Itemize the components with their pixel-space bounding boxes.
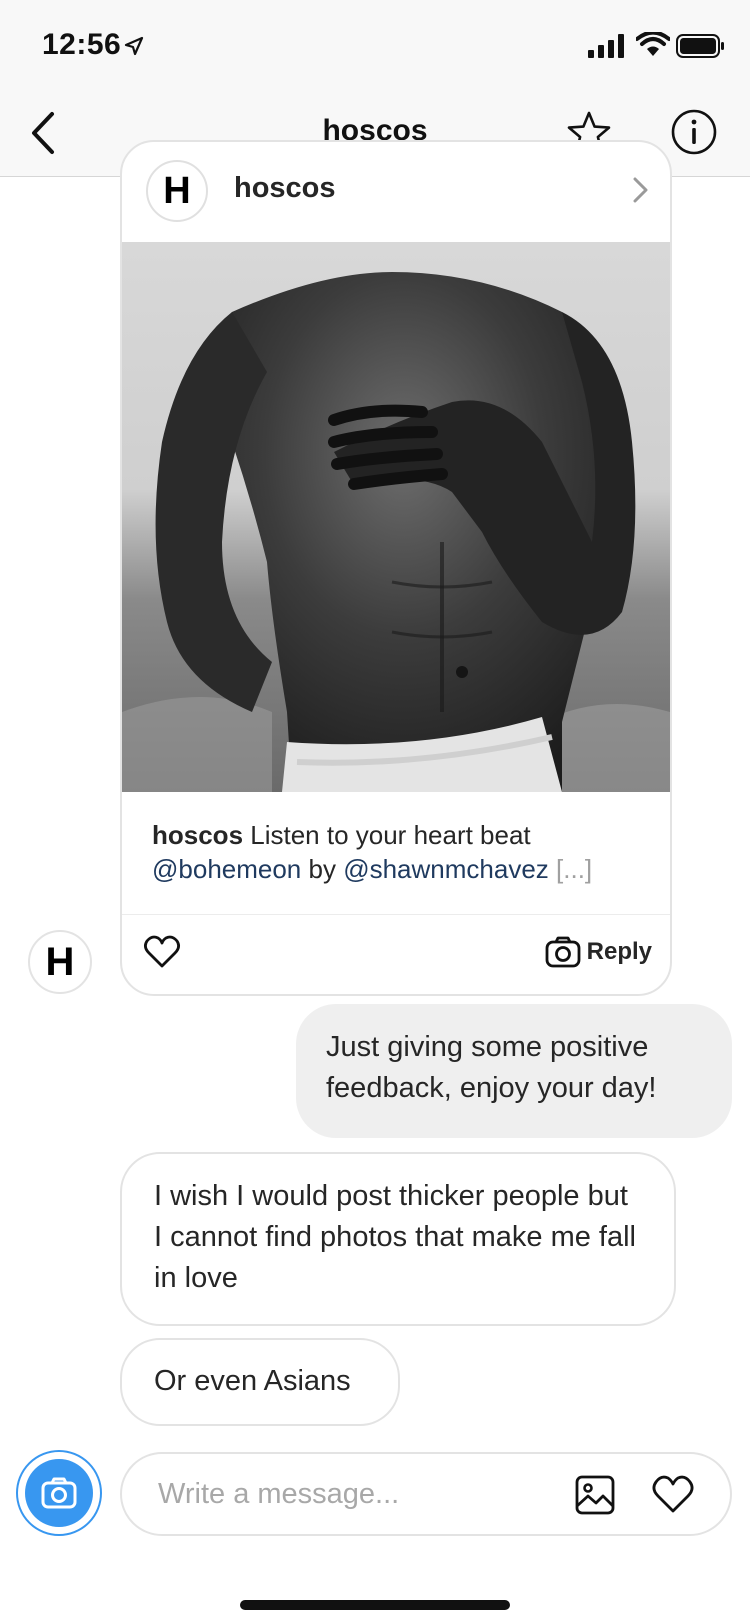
camera-button[interactable]: [16, 1450, 102, 1536]
heart-icon[interactable]: [142, 932, 182, 972]
message-bubble-incoming[interactable]: I wish I would post thicker people but I…: [120, 1152, 676, 1326]
status-bar: 12:56: [0, 0, 750, 90]
message-composer: [120, 1452, 732, 1536]
caption-more[interactable]: [...]: [549, 854, 592, 884]
caption-username[interactable]: hoscos: [152, 820, 243, 850]
camera-icon: [41, 1477, 77, 1509]
message-input[interactable]: [158, 1472, 538, 1516]
shared-post-card[interactable]: H hoscos hoscos Listen to your heart bea…: [120, 140, 672, 996]
cellular-signal-icon: [588, 34, 624, 58]
reply-label: Reply: [586, 938, 652, 965]
status-time: 12:56: [42, 28, 122, 61]
location-arrow-icon: [124, 36, 144, 56]
heart-icon[interactable]: [650, 1472, 696, 1516]
message-bubble-incoming[interactable]: Or even Asians: [120, 1338, 400, 1426]
post-divider: [122, 914, 670, 915]
caption-by: by: [301, 854, 344, 884]
caption-text: Listen to your heart beat: [243, 820, 531, 850]
shared-post-header[interactable]: H hoscos: [122, 142, 670, 242]
camera-button-fill: [25, 1459, 93, 1527]
wifi-icon: [636, 32, 670, 56]
post-author-avatar[interactable]: H: [146, 160, 208, 222]
sender-avatar[interactable]: H: [28, 930, 92, 994]
info-icon[interactable]: [670, 108, 718, 156]
caption-mention-bohemeon[interactable]: @bohemeon: [152, 854, 301, 884]
message-bubble-outgoing[interactable]: Just giving some positive feedback, enjo…: [296, 1004, 732, 1138]
camera-icon: [545, 936, 581, 968]
chevron-right-icon[interactable]: [630, 174, 652, 206]
post-reply-button[interactable]: Reply: [545, 934, 652, 970]
post-author-username[interactable]: hoscos: [234, 172, 336, 205]
gallery-icon[interactable]: [574, 1474, 616, 1516]
post-photo[interactable]: [122, 242, 670, 792]
caption-mention-shawnmchavez[interactable]: @shawnmchavez: [343, 854, 549, 884]
home-indicator[interactable]: [240, 1600, 510, 1610]
battery-icon: [676, 34, 724, 58]
post-caption: hoscos Listen to your heart beat @boheme…: [152, 818, 652, 886]
